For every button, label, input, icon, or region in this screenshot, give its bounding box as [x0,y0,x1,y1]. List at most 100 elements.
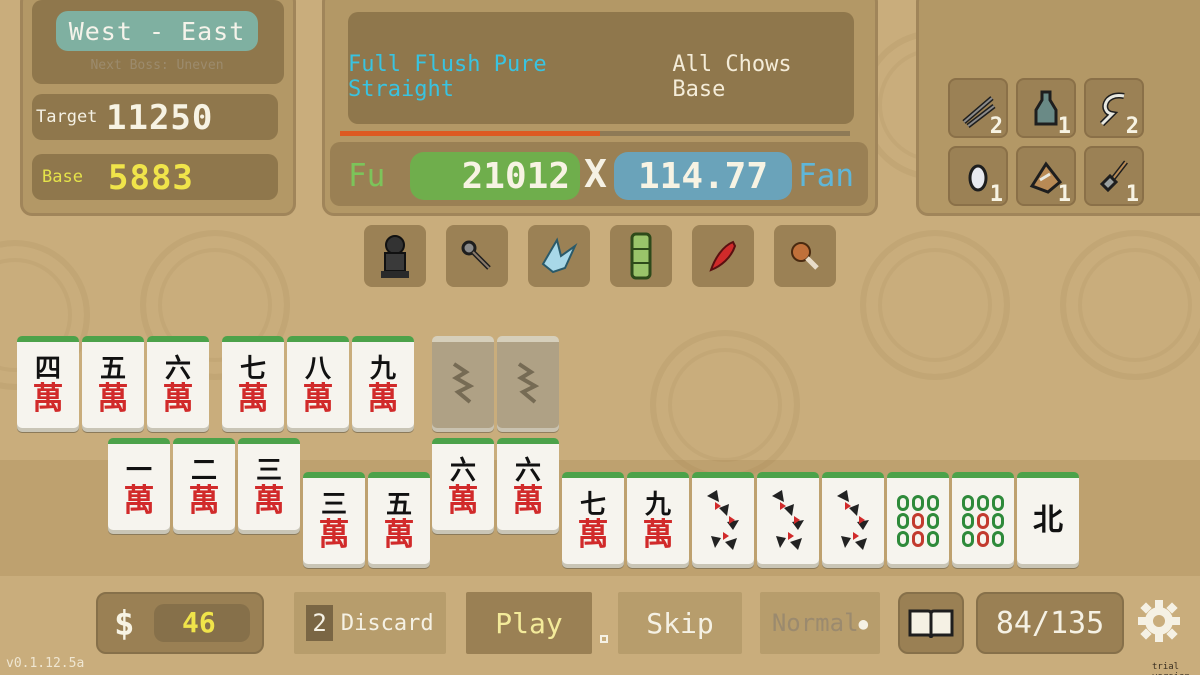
tile-number: 三 [255,455,282,486]
mahjong-tile[interactable]: 五萬 [368,472,430,564]
mahjong-tile[interactable]: 九萬 [352,336,414,428]
ladle-icon [461,240,491,270]
pepper-icon [709,240,737,272]
relic-bamboo[interactable] [610,225,672,287]
statue-icon [381,235,409,278]
play-button[interactable]: Play [466,592,592,654]
tile-pattern-icon [707,490,739,550]
settings-gear-icon[interactable] [1136,598,1182,644]
discard-button[interactable]: 2 Discard [294,592,446,654]
empty-slot-icon [517,362,540,404]
consumable-shovel[interactable]: 1 [1084,146,1144,207]
tile-number: 六 [449,455,476,486]
tile-pattern-icon [837,490,869,550]
tile-number: 七 [579,489,606,520]
tile-suit: 萬 [383,516,415,553]
consumable-chopsticks[interactable]: 2 [948,78,1008,139]
mahjong-tile[interactable] [692,472,754,564]
mahjong-tile[interactable]: 七萬 [222,336,284,428]
fu-label: Fu [348,158,386,194]
mahjong-tile[interactable] [822,472,884,564]
mahjong-tile[interactable] [952,472,1014,564]
tile-suit: 萬 [162,380,194,417]
relic-pepper[interactable] [692,225,754,287]
crane-icon [541,237,578,274]
difficulty-mode-button[interactable]: Normal ● [760,592,880,654]
consumable-count: 2 [989,114,1003,139]
relic-crane[interactable] [528,225,590,287]
base-value: 5883 [108,158,194,198]
hand-name-display: Full Flush Pure Straight All Chows Base [348,12,854,124]
tile-suit: 萬 [188,482,220,519]
next-boss-label: Next Boss: Uneven [90,58,224,73]
target-value: 11250 [106,98,214,138]
mahjong-tile[interactable] [887,472,949,564]
discard-label: Discard [340,610,434,636]
tile-number: 北 [1033,503,1063,538]
fu-value: 21012 [410,152,580,200]
mahjong-tile[interactable] [757,472,819,564]
background-emblem [1060,230,1200,380]
background-emblem [650,330,800,480]
tile-number: 九 [644,489,671,520]
tile-number: 七 [239,353,266,384]
skip-button[interactable]: Skip [618,592,742,654]
tile-number: 六 [514,455,541,486]
tile-suit: 萬 [642,516,674,553]
mahjong-tile[interactable]: 三萬 [303,472,365,564]
mahjong-tile[interactable]: 六萬 [497,438,559,530]
mahjong-tile[interactable]: 北 [1017,472,1079,564]
mahjong-tile[interactable]: 九萬 [627,472,689,564]
mahjong-tile[interactable]: 三萬 [238,438,300,530]
hand-name-highlight: Full Flush Pure Straight [348,52,547,102]
fan-value: 114.77 [614,152,792,200]
mahjong-tile[interactable]: 五萬 [82,336,144,428]
tile-suit: 萬 [577,516,609,553]
tile-suit: 萬 [253,482,285,519]
target-label: Target [36,107,98,127]
tile-suit: 萬 [367,380,399,417]
round-progress-fill [340,131,601,136]
relic-statue[interactable] [364,225,426,287]
bamboo-pattern-icon [897,495,939,547]
consumable-feather[interactable]: 1 [948,146,1008,207]
play-indicator-dot [600,635,608,643]
tile-number: 四 [34,353,61,384]
mahjong-tile[interactable]: 八萬 [287,336,349,428]
consumable-count: 1 [1125,182,1139,207]
consumable-count: 1 [1057,182,1071,207]
multiply-icon: X [584,152,607,196]
mahjong-tile[interactable]: 六萬 [147,336,209,428]
empty-tile-slot [432,336,494,428]
mahjong-tile[interactable]: 二萬 [173,438,235,530]
tile-suit: 萬 [32,380,64,417]
bamboo-icon [630,232,652,280]
rulebook-button[interactable] [898,592,964,654]
mahjong-tile[interactable]: 七萬 [562,472,624,564]
background-emblem [860,230,1010,380]
mahjong-tile[interactable]: 六萬 [432,438,494,530]
drumstick-icon [791,242,819,270]
tile-suit: 萬 [97,380,129,417]
tile-number: 二 [190,455,217,486]
bamboo-pattern-icon [962,495,1004,547]
money-value: 46 [182,606,216,639]
discard-count: 2 [306,605,333,641]
deck-count-box[interactable]: 84/135 [976,592,1124,654]
consumable-hook[interactable]: 2 [1084,78,1144,139]
mahjong-tile[interactable]: 一萬 [108,438,170,530]
fan-label: Fan [798,158,854,194]
trial-watermark: trial version [1152,662,1190,675]
tile-suit: 萬 [237,380,269,417]
mahjong-tile[interactable]: 四萬 [17,336,79,428]
relic-ladle[interactable] [446,225,508,287]
consumable-bottle[interactable]: 1 [1016,78,1076,139]
relic-drumstick[interactable] [774,225,836,287]
tile-number: 三 [320,489,347,520]
book-icon [908,609,954,639]
tile-number: 八 [304,353,331,384]
consumable-scroll[interactable]: 1 [1016,146,1076,207]
empty-tile-slot [497,336,559,428]
tile-number: 六 [164,353,191,384]
tile-number: 五 [99,353,126,384]
